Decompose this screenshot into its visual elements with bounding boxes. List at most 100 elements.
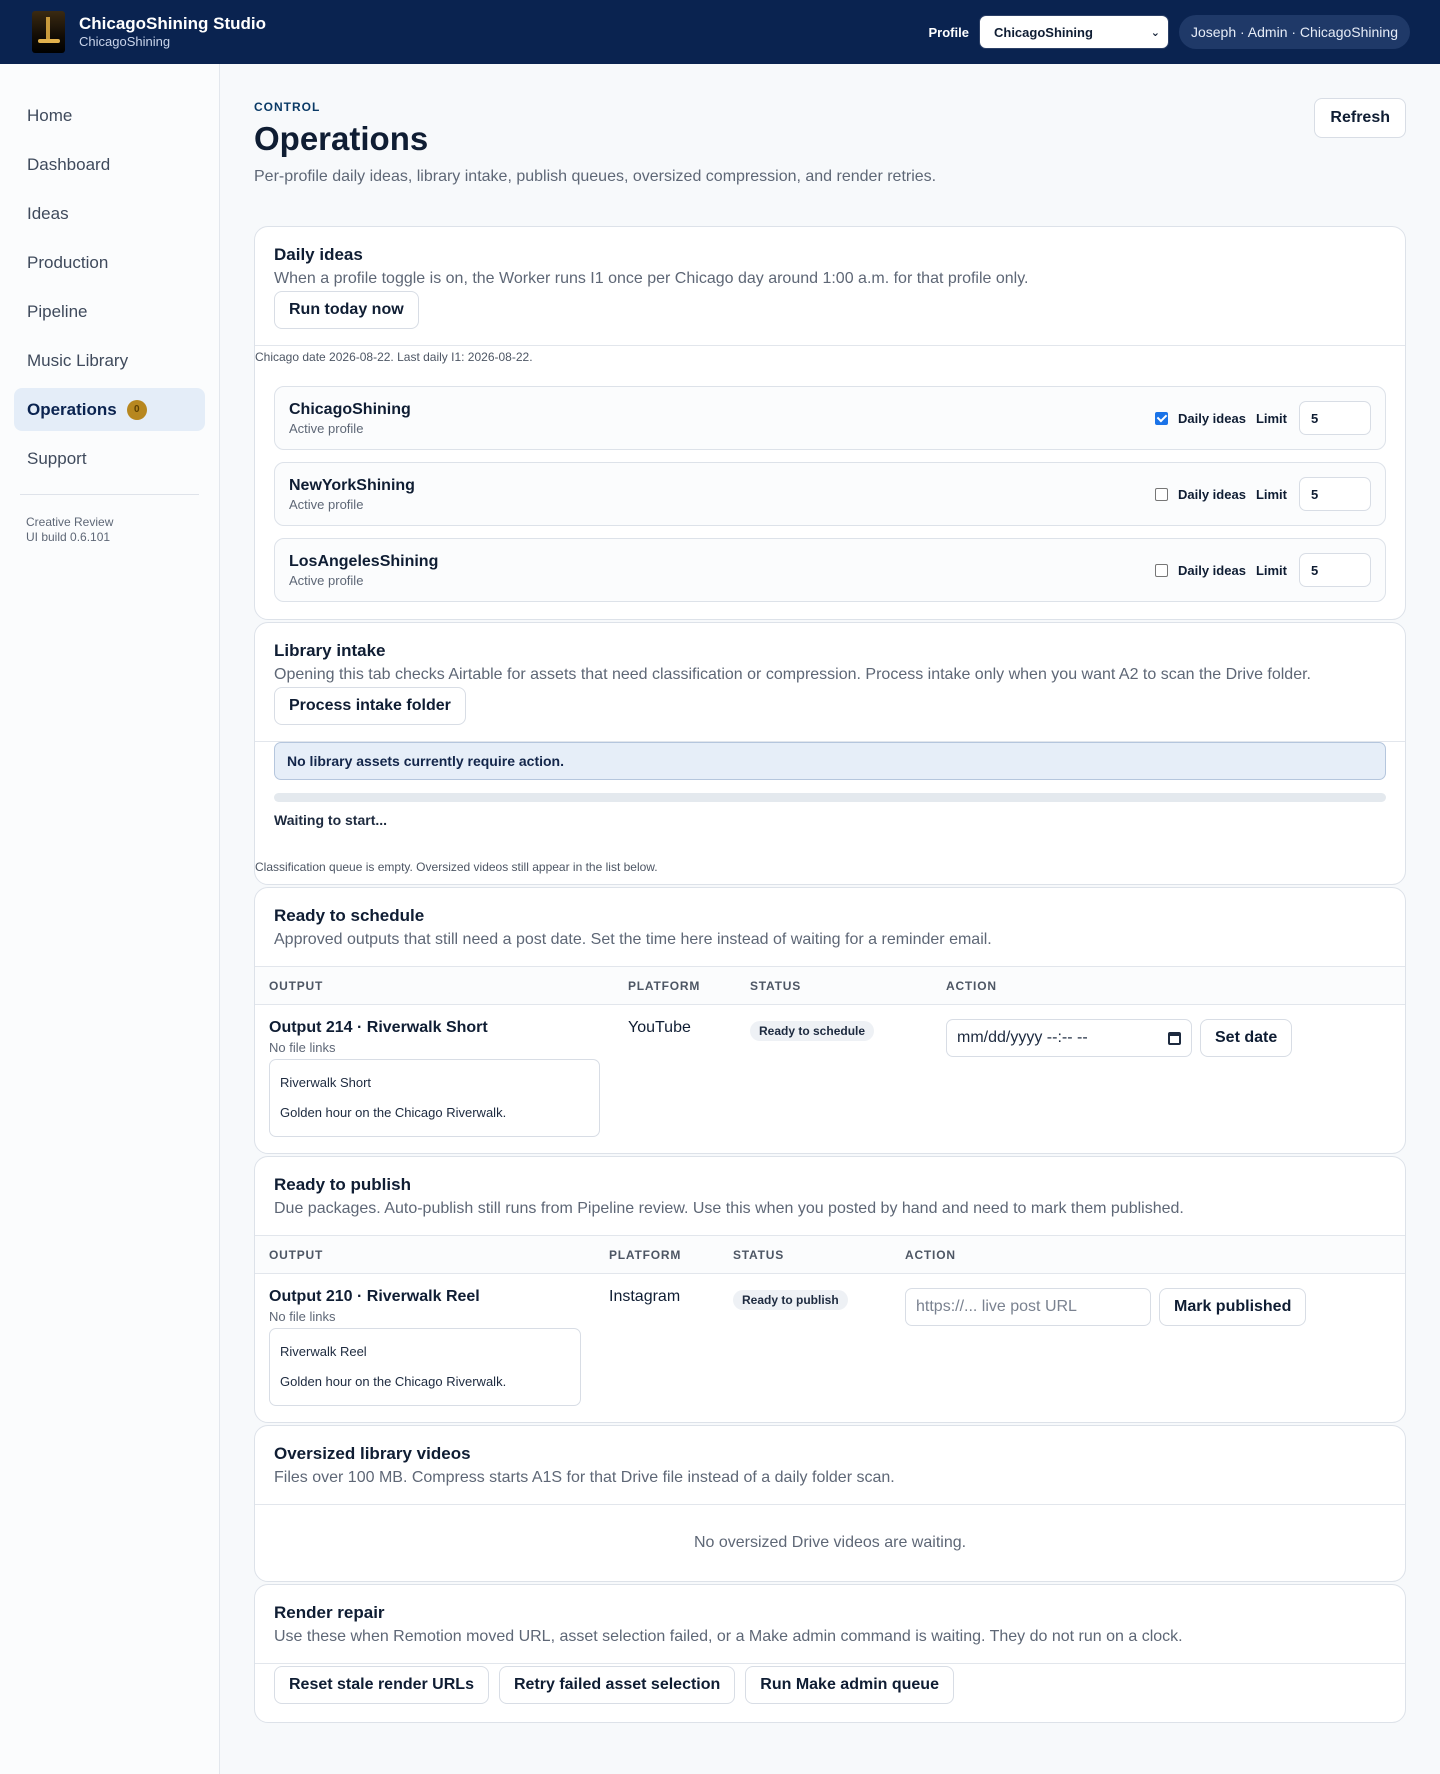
build-info: Creative Review UI build 0.6.101 <box>26 515 114 544</box>
output-file-links: No file links <box>269 1309 336 1324</box>
sidebar-item-production[interactable]: Production <box>14 241 205 284</box>
profile-row-chicagoshining: ChicagoShining Active profile Daily idea… <box>274 386 1386 450</box>
status-badge: Ready to schedule <box>750 1021 875 1041</box>
library-intake-desc: Opening this tab checks Airtable for ass… <box>274 666 1311 683</box>
sidebar-item-ideas[interactable]: Ideas <box>14 192 205 235</box>
daily-ideas-checkbox[interactable] <box>1155 411 1168 425</box>
main-content: CONTROL Operations Per-profile daily ide… <box>220 64 1440 1774</box>
sidebar-item-home[interactable]: Home <box>14 94 205 137</box>
output-caption-box: Riverwalk Reel Golden hour on the Chicag… <box>269 1328 581 1406</box>
limit-input[interactable]: 5 <box>1299 401 1371 435</box>
brand[interactable]: ChicagoShining Studio ChicagoShining <box>32 11 266 53</box>
page-description: Per-profile daily ideas, library intake,… <box>254 168 937 185</box>
sidebar: Home Dashboard Ideas Production Pipeline… <box>0 64 220 1774</box>
run-make-admin-queue-button[interactable]: Run Make admin queue <box>745 1666 954 1704</box>
daily-ideas-checkbox[interactable] <box>1155 487 1168 501</box>
user-menu[interactable]: Joseph · Admin · ChicagoShining <box>1178 15 1410 49</box>
refresh-button[interactable]: Refresh <box>1314 98 1406 138</box>
profile-status: Active profile <box>289 572 364 588</box>
profile-name: ChicagoShining <box>289 400 411 418</box>
daily-ideas-desc: When a profile toggle is on, the Worker … <box>274 270 1029 287</box>
column-header-output: OUTPUT <box>255 966 614 1005</box>
sidebar-item-support[interactable]: Support <box>14 437 205 480</box>
ready-to-publish-card: Ready to publish Due packages. Auto-publ… <box>254 1156 1406 1423</box>
library-intake-card: Library intake Opening this tab checks A… <box>254 622 1406 885</box>
limit-input[interactable]: 5 <box>1299 553 1371 587</box>
daily-ideas-card: Daily ideas When a profile toggle is on,… <box>254 226 1406 620</box>
reset-stale-render-urls-button[interactable]: Reset stale render URLs <box>274 1666 489 1704</box>
operations-count-badge: 0 <box>126 399 147 420</box>
profile-row-losangelesshining: LosAngelesShining Active profile Daily i… <box>274 538 1386 602</box>
output-platform: Instagram <box>609 1288 681 1305</box>
limit-label: Limit <box>1255 410 1287 426</box>
schedule-title: Ready to schedule <box>274 906 425 925</box>
column-header-action: ACTION <box>891 1235 1405 1274</box>
profile-select[interactable]: ChicagoShining ⌄ <box>978 15 1169 49</box>
retry-failed-asset-selection-button[interactable]: Retry failed asset selection <box>498 1666 736 1704</box>
limit-label: Limit <box>1255 486 1287 502</box>
page-eyebrow: CONTROL <box>254 100 321 114</box>
profile-name: LosAngelesShining <box>289 552 439 570</box>
intake-info-bar: No library assets currently require acti… <box>274 742 1386 780</box>
top-bar: ChicagoShining Studio ChicagoShining Pro… <box>0 0 1440 64</box>
chevron-down-icon: ⌄ <box>1150 26 1160 39</box>
mark-published-button[interactable]: Mark published <box>1159 1288 1307 1326</box>
column-header-status: STATUS <box>736 966 932 1005</box>
render-repair-desc: Use these when Remotion moved URL, asset… <box>274 1628 1183 1645</box>
daily-ideas-title: Daily ideas <box>274 245 363 264</box>
sidebar-item-music-library[interactable]: Music Library <box>14 339 205 382</box>
intake-progress-text: Waiting to start... <box>274 812 388 828</box>
publish-title: Ready to publish <box>274 1175 411 1194</box>
schedule-desc: Approved outputs that still need a post … <box>274 931 992 948</box>
output-file-links: No file links <box>269 1040 336 1055</box>
ready-to-schedule-card: Ready to schedule Approved outputs that … <box>254 887 1406 1154</box>
profile-name: NewYorkShining <box>289 476 415 494</box>
oversized-desc: Files over 100 MB. Compress starts A1S f… <box>274 1469 895 1486</box>
limit-label: Limit <box>1255 562 1287 578</box>
sidebar-item-pipeline[interactable]: Pipeline <box>14 290 205 333</box>
process-intake-button[interactable]: Process intake folder <box>274 687 466 725</box>
render-repair-title: Render repair <box>274 1603 385 1622</box>
daily-ideas-note: Chicago date 2026-08-22. Last daily I1: … <box>255 350 533 364</box>
profile-label: Profile <box>928 24 969 40</box>
oversized-videos-card: Oversized library videos Files over 100 … <box>254 1425 1406 1582</box>
sidebar-divider <box>20 494 199 495</box>
daily-ideas-checkbox[interactable] <box>1155 563 1168 577</box>
post-date-input[interactable]: mm/dd/yyyy --:-- -- <box>946 1019 1192 1057</box>
app-sub: ChicagoShining <box>79 34 171 49</box>
library-intake-title: Library intake <box>274 641 386 660</box>
publish-desc: Due packages. Auto-publish still runs fr… <box>274 1200 1184 1217</box>
publish-table: OUTPUT PLATFORM STATUS ACTION Output 210… <box>255 1235 1405 1422</box>
profile-status: Active profile <box>289 496 364 512</box>
schedule-table: OUTPUT PLATFORM STATUS ACTION Output 214… <box>255 966 1405 1153</box>
output-title: Output 210 · Riverwalk Reel <box>269 1288 480 1305</box>
sidebar-item-dashboard[interactable]: Dashboard <box>14 143 205 186</box>
table-row: Output 214 · Riverwalk Short No file lin… <box>255 1005 1405 1154</box>
oversized-empty-message: No oversized Drive videos are waiting. <box>693 1534 967 1551</box>
column-header-output: OUTPUT <box>255 1235 595 1274</box>
column-header-action: ACTION <box>932 966 1405 1005</box>
app-name: ChicagoShining Studio <box>79 14 266 33</box>
profile-status: Active profile <box>289 420 364 436</box>
daily-ideas-label: Daily ideas <box>1178 486 1246 502</box>
column-header-platform: PLATFORM <box>595 1235 719 1274</box>
oversized-title: Oversized library videos <box>274 1444 471 1463</box>
output-platform: YouTube <box>628 1019 691 1036</box>
profile-row-newyorkshining: NewYorkShining Active profile Daily idea… <box>274 462 1386 526</box>
daily-ideas-label: Daily ideas <box>1178 410 1246 426</box>
table-row: Output 210 · Riverwalk Reel No file link… <box>255 1274 1405 1423</box>
limit-input[interactable]: 5 <box>1299 477 1371 511</box>
live-post-url-input[interactable]: https://... live post URL <box>905 1288 1151 1326</box>
output-title: Output 214 · Riverwalk Short <box>269 1019 488 1036</box>
set-date-button[interactable]: Set date <box>1200 1019 1293 1057</box>
run-today-button[interactable]: Run today now <box>274 291 419 329</box>
column-header-status: STATUS <box>719 1235 891 1274</box>
column-header-platform: PLATFORM <box>614 966 736 1005</box>
intake-note: Classification queue is empty. Oversized… <box>255 860 658 874</box>
output-caption-box: Riverwalk Short Golden hour on the Chica… <box>269 1059 600 1137</box>
app-logo-icon <box>32 11 65 53</box>
calendar-icon[interactable] <box>1168 1031 1181 1045</box>
sidebar-item-operations[interactable]: Operations 0 <box>14 388 205 431</box>
page-title: Operations <box>254 120 429 157</box>
status-badge: Ready to publish <box>733 1290 848 1310</box>
